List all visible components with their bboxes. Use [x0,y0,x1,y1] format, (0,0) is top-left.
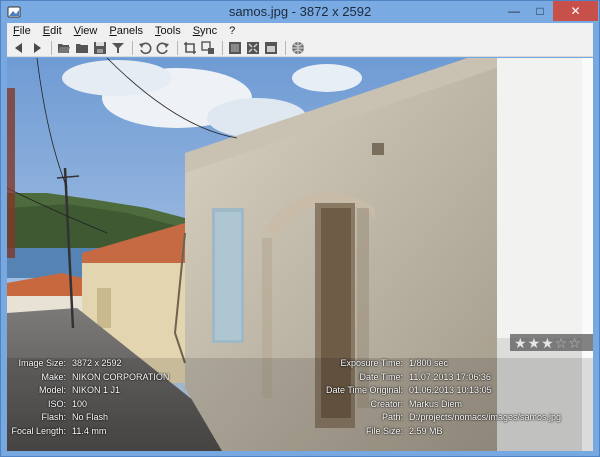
menu-bar: File Edit View Panels Tools Sync ? [7,23,593,39]
menu-help[interactable]: ? [223,25,241,37]
app-window: samos.jpg - 3872 x 2592 — □ ✕ File Edit … [0,0,600,457]
arrow-right-icon[interactable] [29,40,45,56]
folder-open-icon[interactable] [56,40,72,56]
metadata-key: Make: [41,371,66,382]
metadata-row: Model: NIKON 1 J1 [7,385,169,399]
maximize-button[interactable]: □ [527,1,553,21]
metadata-row: Creator: Markus Diem [307,399,561,413]
metadata-value: 3872 x 2592 [72,358,122,368]
toolbar-separator [177,40,178,55]
close-button[interactable]: ✕ [553,1,598,21]
metadata-key: Flash: [41,412,66,423]
metadata-panel-right: Exposure Time: 1/800 sec Date Time: 11.07.… [307,358,561,440]
metadata-key: Focal Length: [11,425,66,436]
minimize-button[interactable]: — [501,1,527,21]
arrow-left-icon[interactable] [11,40,27,56]
rating-stars[interactable]: ★ ★ ★ ☆ ☆ [510,334,593,351]
menu-file[interactable]: File [7,25,37,37]
menu-tools[interactable]: Tools [149,25,187,37]
metadata-value: D:/projects/nomacs/images/samos.jpg [409,412,562,423]
fullscreen-icon[interactable] [245,40,261,56]
folder-icon[interactable] [74,40,90,56]
metadata-value: No Flash [72,412,109,423]
toolbar [7,39,593,57]
resize-icon[interactable] [200,40,216,56]
image-viewer[interactable]: ★ ★ ★ ☆ ☆ Image Size: 3872 x 2592 Make: NI… [7,58,593,451]
globe-icon[interactable] [290,40,306,56]
save-icon[interactable] [92,40,108,56]
metadata-row: Focal Length: 11.4 mm [7,426,169,440]
rotate-left-icon[interactable] [137,40,153,56]
star-icon[interactable]: ☆ [555,336,568,350]
metadata-value: NIKON CORPORATION [72,371,170,382]
metadata-row: Path: D:/projects/nomacs/images/samos.jpg [307,412,561,426]
metadata-key: Exposure Time: [340,358,403,368]
metadata-value: 11.4 mm [72,425,107,436]
toolbar-separator [222,40,223,55]
metadata-key: Date Time: [359,371,403,382]
toolbar-separator [285,40,286,55]
metadata-row: Make: NIKON CORPORATION [7,372,169,386]
toolbar-separator [132,40,133,55]
metadata-value: Markus Diem [409,398,463,409]
star-icon[interactable]: ☆ [568,336,581,350]
grid-icon[interactable] [227,40,243,56]
menu-edit[interactable]: Edit [37,25,68,37]
metadata-panel-left: Image Size: 3872 x 2592 Make: NIKON CORPOR… [7,358,169,440]
filter-icon[interactable] [110,40,126,56]
metadata-row: Exposure Time: 1/800 sec [307,358,561,372]
metadata-value: 2.59 MB [409,425,443,436]
metadata-value: NIKON 1 J1 [72,385,121,396]
frameless-icon[interactable] [263,40,279,56]
metadata-key: Image Size: [18,358,66,368]
metadata-key: Creator: [370,398,403,409]
metadata-key: Date Time Original: [325,385,403,396]
star-icon[interactable]: ★ [541,336,554,350]
metadata-key: ISO: [47,398,66,409]
crop-icon[interactable] [182,40,198,56]
metadata-key: File Size: [365,425,403,436]
menu-sync[interactable]: Sync [187,25,223,37]
metadata-row: File Size: 2.59 MB [307,426,561,440]
metadata-value: 01.06.2013 10:13:05 [409,385,492,396]
metadata-value: 1/800 sec [409,358,449,368]
metadata-row: Flash: No Flash [7,412,169,426]
metadata-value: 100 [72,398,88,409]
menu-panels[interactable]: Panels [103,25,149,37]
menu-view[interactable]: View [68,25,104,37]
metadata-value: 11.07.2013 17:06:36 [409,371,491,382]
star-icon[interactable]: ★ [528,336,541,350]
metadata-row: ISO: 100 [7,399,169,413]
metadata-key: Path: [381,412,403,423]
title-bar[interactable]: samos.jpg - 3872 x 2592 — □ ✕ [1,1,599,23]
toolbar-separator [51,40,52,55]
rotate-right-icon[interactable] [155,40,171,56]
metadata-row: Date Time: 11.07.2013 17:06:36 [307,372,561,386]
metadata-row: Date Time Original: 01.06.2013 10:13:05 [307,385,561,399]
metadata-row: Image Size: 3872 x 2592 [7,358,169,372]
star-icon[interactable]: ★ [514,336,527,350]
metadata-key: Model: [38,385,66,396]
